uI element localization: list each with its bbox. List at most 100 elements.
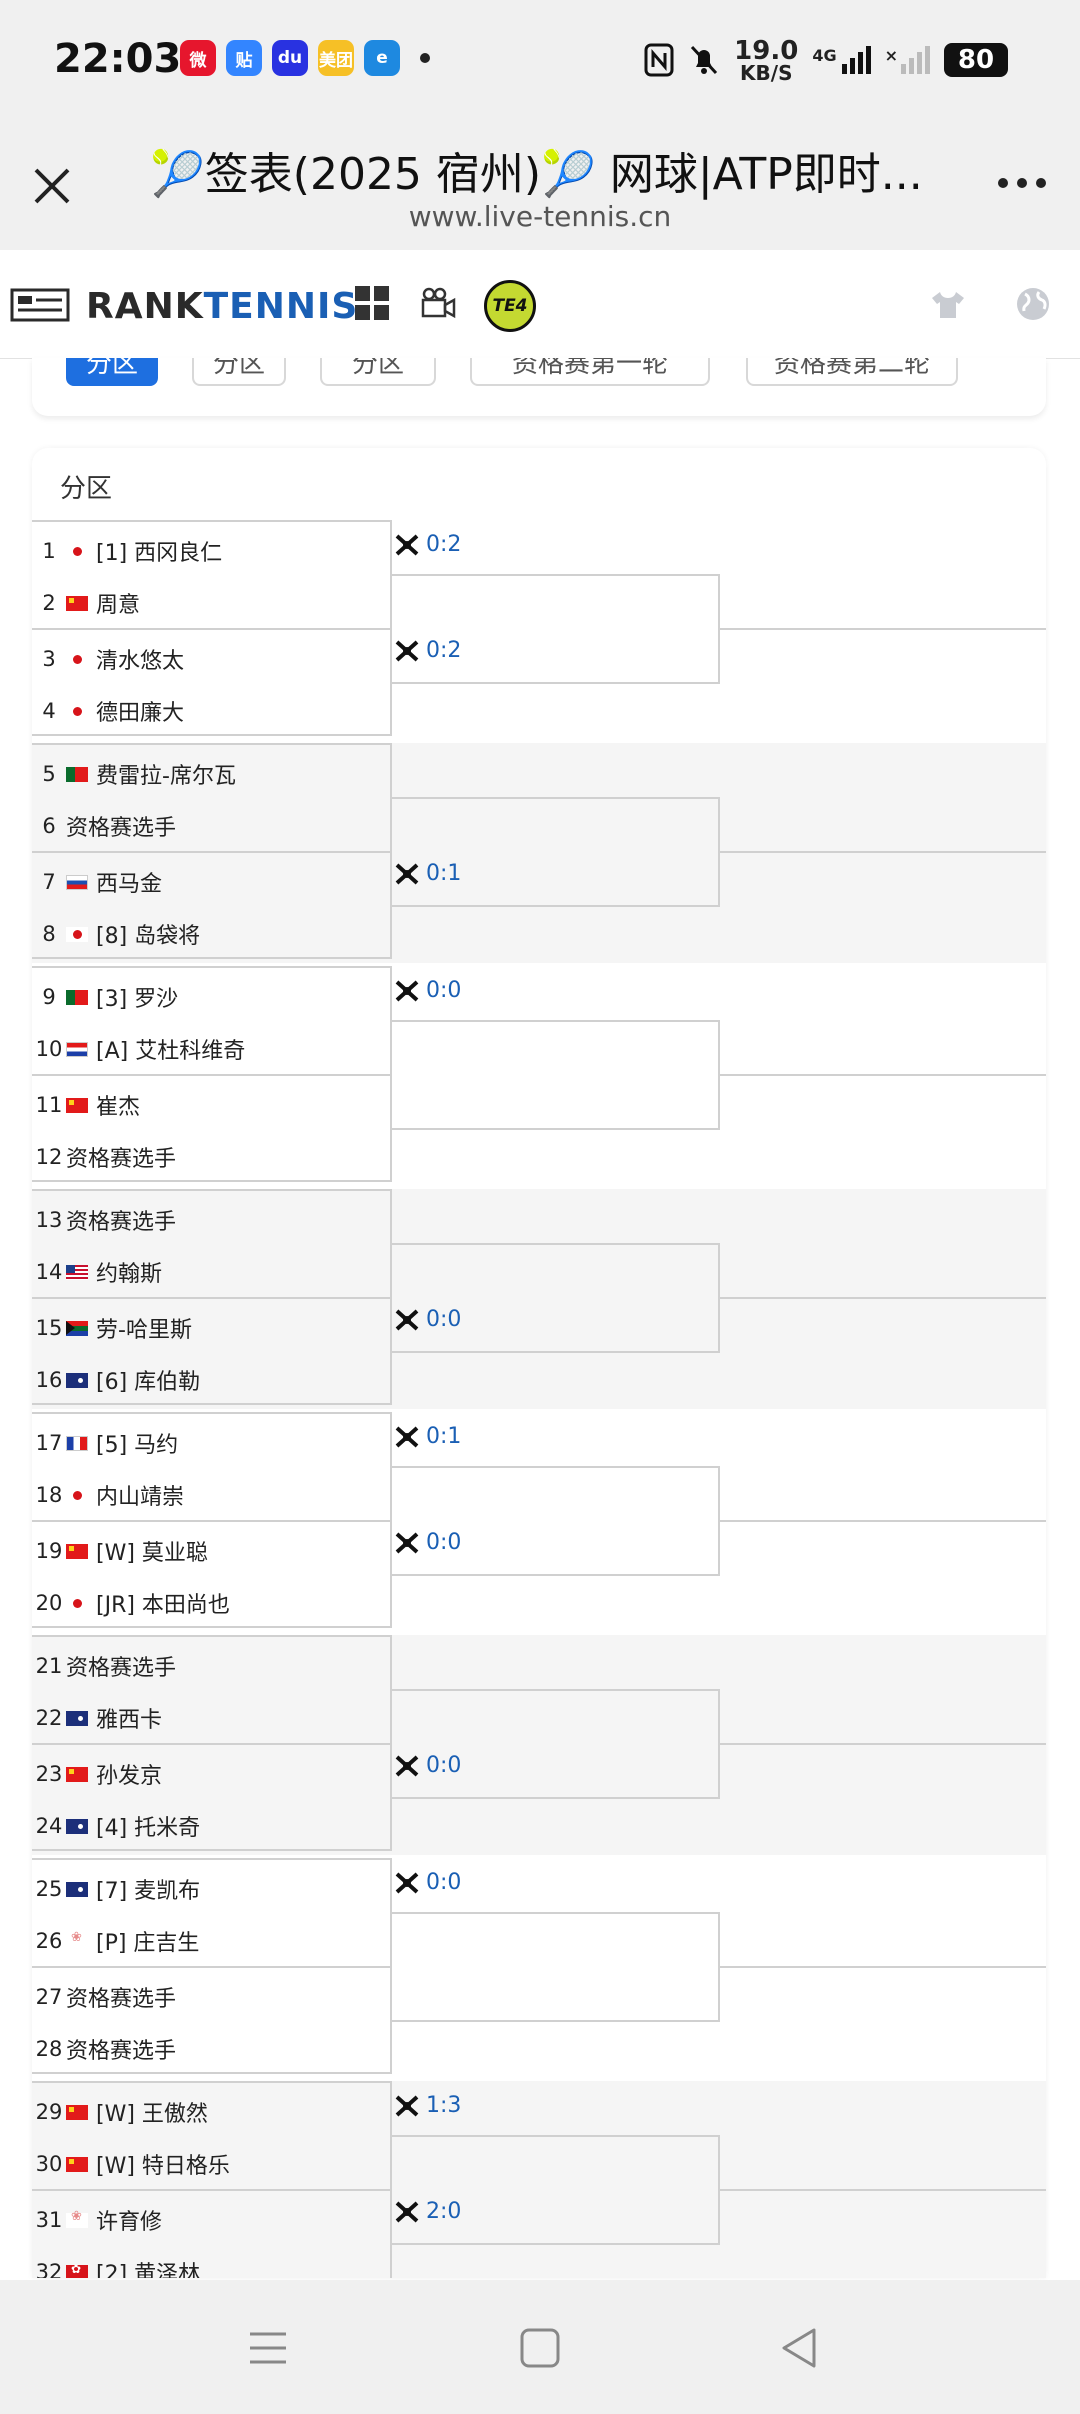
match-score[interactable]: 0:2	[394, 638, 461, 663]
match-score[interactable]: 2:0	[394, 2199, 461, 2224]
draw-position: 28	[35, 2037, 63, 2061]
site-logo[interactable]: RANKTENNIS	[86, 286, 358, 327]
player-row[interactable]: 12 资格赛选手	[32, 1130, 176, 1184]
match-score[interactable]: 0:0	[394, 1870, 461, 1895]
player-row[interactable]: 28 资格赛选手	[32, 2022, 176, 2076]
player-row[interactable]: 6 资格赛选手	[32, 799, 176, 853]
player-row[interactable]: 21 资格赛选手	[32, 1639, 176, 1693]
player-name[interactable]: [JR] 本田尚也	[96, 1587, 230, 1619]
player-row[interactable]: 8 [8] 岛袋将	[32, 907, 200, 961]
player-name[interactable]: 周意	[96, 587, 140, 619]
player-row[interactable]: 1 [1] 西冈良仁	[32, 524, 222, 578]
globe-icon[interactable]	[1015, 286, 1051, 322]
score-text: 0:0	[426, 1753, 462, 1778]
player-row[interactable]: 23 孙发京	[32, 1747, 162, 1801]
player-name[interactable]: 德田廉大	[96, 695, 184, 727]
player-name[interactable]: [W] 王傲然	[96, 2096, 208, 2128]
player-row[interactable]: 16 [6] 库伯勒	[32, 1353, 201, 1407]
player-row[interactable]: 32 [2] 黄泽林	[32, 2245, 200, 2278]
player-row[interactable]: 9 [3] 罗沙	[32, 970, 178, 1024]
player-name[interactable]: 许育修	[96, 2204, 162, 2236]
match-score[interactable]: 0:1	[394, 861, 461, 886]
player-name[interactable]: 西马金	[96, 866, 162, 898]
player-name[interactable]: [6] 库伯勒	[96, 1364, 200, 1396]
player-name[interactable]: 雅西卡	[96, 1702, 162, 1734]
tab-1[interactable]: 分区	[66, 358, 158, 386]
shirt-icon[interactable]	[930, 290, 966, 320]
tab-5[interactable]: 资格赛第二轮	[746, 358, 958, 386]
player-name[interactable]: [4] 托米奇	[96, 1810, 200, 1842]
video-camera-icon[interactable]	[420, 286, 456, 320]
match-score[interactable]: 0:1	[394, 1424, 461, 1449]
player-name[interactable]: 资格赛选手	[66, 1650, 176, 1682]
grid-menu-icon[interactable]	[355, 286, 389, 320]
player-name[interactable]: 资格赛选手	[66, 810, 176, 842]
player-row[interactable]: 22 雅西卡	[32, 1691, 162, 1745]
player-name[interactable]: [2] 黄泽林	[96, 2256, 200, 2278]
ranktennis-logo-icon[interactable]	[10, 284, 70, 324]
tab-4[interactable]: 资格赛第一轮	[470, 358, 710, 386]
player-name[interactable]: 资格赛选手	[66, 2033, 176, 2065]
player-name[interactable]: 崔杰	[96, 1089, 140, 1121]
player-name[interactable]: [8] 岛袋将	[96, 918, 200, 950]
player-row[interactable]: 15 劳-哈里斯	[32, 1301, 192, 1355]
meituan-icon: 美团	[318, 40, 354, 76]
more-options-icon[interactable]	[998, 178, 1046, 188]
player-row[interactable]: 5 费雷拉-席尔瓦	[32, 747, 236, 801]
player-name[interactable]: 资格赛选手	[66, 1981, 176, 2013]
player-row[interactable]: 13 资格赛选手	[32, 1193, 176, 1247]
player-name[interactable]: 资格赛选手	[66, 1204, 176, 1236]
back-icon[interactable]	[772, 2320, 828, 2376]
home-icon[interactable]	[512, 2320, 568, 2376]
player-row[interactable]: 19 [W] 莫业聪	[32, 1524, 208, 1578]
player-row[interactable]: 25 [7] 麦凯布	[32, 1862, 201, 1916]
player-row[interactable]: 2 周意	[32, 576, 140, 630]
player-row[interactable]: 17 [5] 马约	[32, 1416, 179, 1470]
eleme-icon: e	[364, 40, 400, 76]
status-bar: 22:03 微贴 du 美团 e 19.0 KB/S 4G × 80	[0, 0, 1080, 120]
player-name[interactable]: 劳-哈里斯	[96, 1312, 192, 1344]
player-row[interactable]: 7 西马金	[32, 855, 162, 909]
player-name[interactable]: [5] 马约	[96, 1427, 178, 1459]
player-name[interactable]: [W] 莫业聪	[96, 1535, 208, 1567]
player-name[interactable]: 费雷拉-席尔瓦	[96, 758, 236, 790]
player-name[interactable]: [W] 特日格乐	[96, 2148, 230, 2180]
player-name[interactable]: 资格赛选手	[66, 1141, 176, 1173]
player-name[interactable]: [7] 麦凯布	[96, 1873, 200, 1905]
match-score[interactable]: 0:2	[394, 532, 461, 557]
tab-3[interactable]: 分区	[320, 358, 436, 386]
player-name[interactable]: [A] 艾杜科维奇	[96, 1033, 245, 1065]
player-row[interactable]: 31 许育修	[32, 2193, 162, 2247]
player-name[interactable]: 清水悠太	[96, 643, 184, 675]
player-row[interactable]: 24 [4] 托米奇	[32, 1799, 201, 1853]
match-score[interactable]: 1:3	[394, 2093, 461, 2118]
player-row[interactable]: 4 德田廉大	[32, 684, 184, 738]
match-score[interactable]: 0:0	[394, 978, 461, 1003]
menu-icon[interactable]	[240, 2320, 296, 2376]
player-name[interactable]: 内山靖崇	[96, 1479, 184, 1511]
tab-2[interactable]: 分区	[192, 358, 286, 386]
player-name[interactable]: 约翰斯	[96, 1256, 162, 1288]
match-score[interactable]: 0:0	[394, 1753, 461, 1778]
bracket-line	[392, 2135, 720, 2245]
match-score[interactable]: 0:0	[394, 1530, 461, 1555]
player-row[interactable]: 20 [JR] 本田尚也	[32, 1576, 230, 1630]
player-row[interactable]: 18 内山靖崇	[32, 1468, 184, 1522]
player-name[interactable]: [1] 西冈良仁	[96, 535, 222, 567]
player-row[interactable]: 10 [A] 艾杜科维奇	[32, 1022, 246, 1076]
te4-badge[interactable]: TE4	[484, 280, 536, 332]
match-score[interactable]: 0:0	[394, 1307, 461, 1332]
player-row[interactable]: 11 崔杰	[32, 1078, 140, 1132]
status-right: 19.0 KB/S 4G × 80	[644, 38, 1008, 83]
player-name[interactable]: [P] 庄吉生	[96, 1925, 199, 1957]
player-row[interactable]: 14 约翰斯	[32, 1245, 162, 1299]
player-row[interactable]: 26 [P] 庄吉生	[32, 1914, 200, 1968]
battery-indicator: 80	[944, 43, 1008, 77]
player-row[interactable]: 27 资格赛选手	[32, 1970, 176, 2024]
match-icon	[395, 1426, 419, 1447]
player-name[interactable]: 孙发京	[96, 1758, 162, 1790]
player-row[interactable]: 29 [W] 王傲然	[32, 2085, 208, 2139]
player-name[interactable]: [3] 罗沙	[96, 981, 178, 1013]
player-row[interactable]: 3 清水悠太	[32, 632, 184, 686]
player-row[interactable]: 30 [W] 特日格乐	[32, 2137, 230, 2191]
